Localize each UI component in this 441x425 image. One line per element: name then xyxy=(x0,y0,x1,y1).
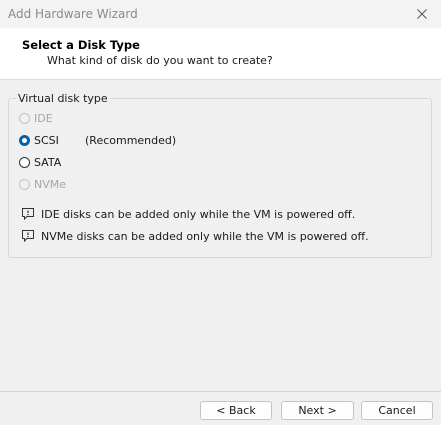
close-button[interactable] xyxy=(409,3,435,25)
radio-button-nvme[interactable] xyxy=(19,178,30,190)
recommended-note: (Recommended) xyxy=(85,134,177,147)
title-bar: Add Hardware Wizard xyxy=(0,0,441,28)
radio-button-sata[interactable] xyxy=(19,156,30,168)
radio-label-nvme: NVMe xyxy=(34,177,67,191)
ide-note: IDE disks can be added only while the VM… xyxy=(21,207,355,221)
cancel-button[interactable]: Cancel xyxy=(361,401,433,420)
ide-note-text: IDE disks can be added only while the VM… xyxy=(41,207,356,221)
page-title: Select a Disk Type xyxy=(22,38,140,52)
close-icon xyxy=(417,9,427,19)
radio-label-scsi: SCSI xyxy=(34,133,59,147)
radio-label-sata: SATA xyxy=(34,155,62,169)
wizard-header: Select a Disk Type What kind of disk do … xyxy=(0,28,441,80)
radio-scsi[interactable]: SCSI xyxy=(19,132,59,148)
info-comment-icon xyxy=(22,208,34,221)
info-comment-icon xyxy=(22,230,34,243)
back-button[interactable]: < Back xyxy=(200,401,272,420)
footer-divider xyxy=(0,391,441,392)
next-button[interactable]: Next > xyxy=(281,401,354,420)
radio-ide[interactable]: IDE xyxy=(19,110,53,126)
radio-sata[interactable]: SATA xyxy=(19,154,61,170)
radio-nvme[interactable]: NVMe xyxy=(19,176,66,192)
page-subtitle: What kind of disk do you want to create? xyxy=(47,54,273,67)
radio-label-ide: IDE xyxy=(34,111,53,125)
group-legend: Virtual disk type xyxy=(16,92,110,105)
radio-button-scsi[interactable] xyxy=(19,134,30,146)
radio-button-ide[interactable] xyxy=(19,112,30,124)
nvme-note: NVMe disks can be added only while the V… xyxy=(21,229,369,243)
window-title: Add Hardware Wizard xyxy=(8,7,138,21)
nvme-note-text: NVMe disks can be added only while the V… xyxy=(41,229,369,243)
